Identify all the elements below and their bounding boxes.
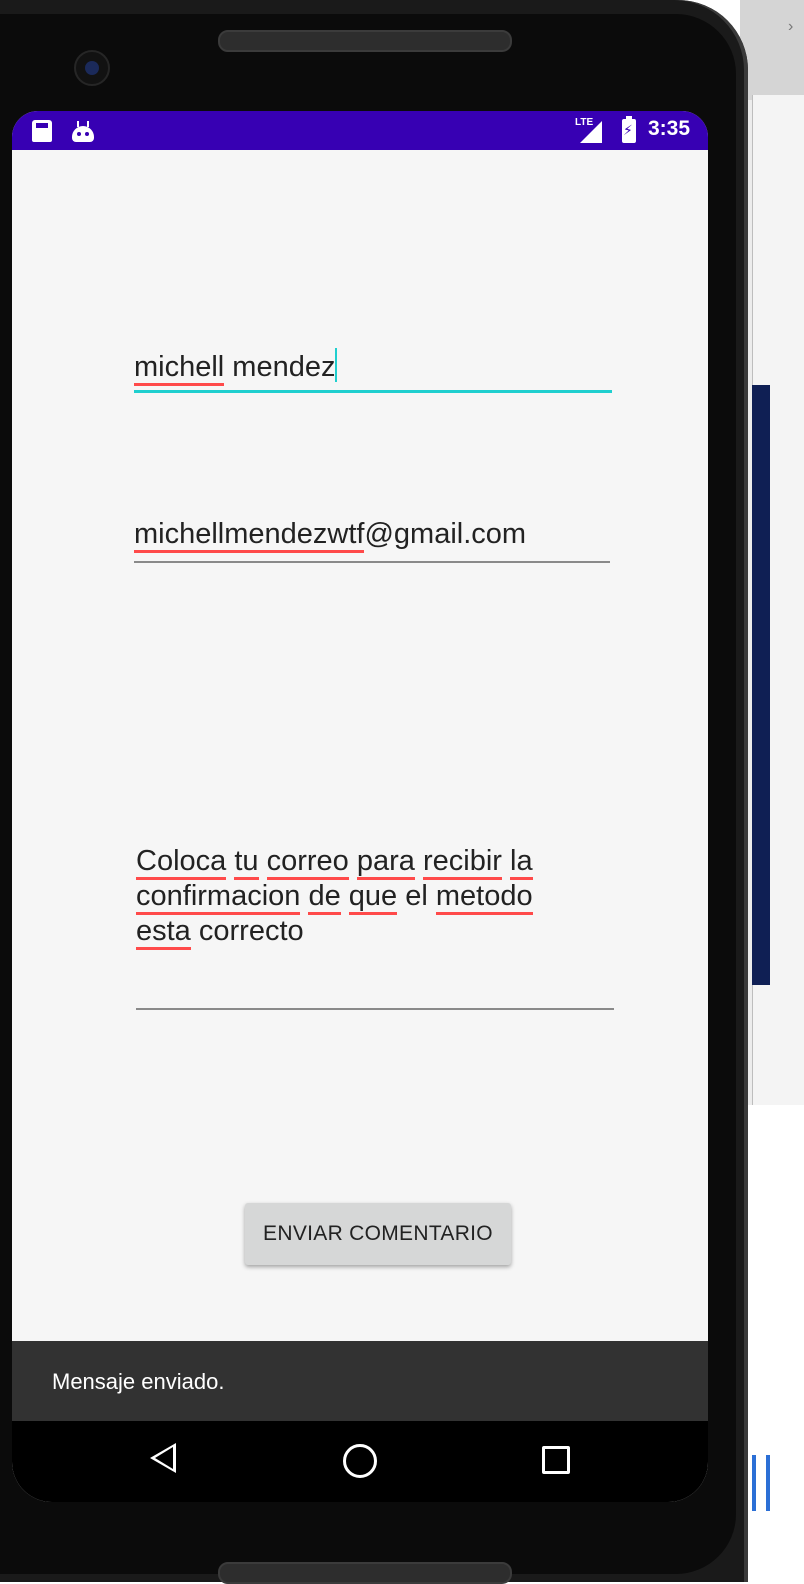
message-line-3: esta correcto (136, 914, 614, 950)
email-value-domain: @gmail.com (364, 518, 527, 550)
message-word: Coloca (136, 845, 227, 880)
message-space (259, 845, 267, 877)
front-camera-icon (74, 50, 110, 86)
message-space (341, 880, 349, 912)
message-word: correo (266, 845, 349, 880)
message-line-1: Coloca tu correo para recibir la (136, 844, 614, 880)
navigation-bar (12, 1421, 708, 1502)
message-space (349, 845, 357, 877)
message-space (415, 845, 423, 877)
email-input-underline (134, 561, 610, 563)
message-word: tu (234, 845, 259, 880)
message-word: confirmacion (136, 880, 301, 915)
name-input-underline (134, 390, 612, 393)
email-input[interactable]: michellmendezwtf@gmail.com (134, 518, 610, 563)
network-type-label: LTE (575, 117, 594, 128)
message-word: recibir (422, 845, 502, 880)
snackbar: Mensaje enviado. (12, 1341, 708, 1421)
message-input[interactable]: Coloca tu correo para recibir la confirm… (136, 844, 614, 1010)
text-cursor (335, 348, 338, 382)
message-word: la (510, 845, 533, 880)
message-line-2: confirmacion de que el metodo (136, 879, 614, 915)
email-value-user: michellmendezwtf (134, 518, 365, 553)
send-comment-button[interactable]: ENVIAR COMENTARIO (245, 1203, 511, 1265)
message-word: que (348, 880, 398, 915)
phone-frame: LTE 3:35 michell mendez michellmendezwtf… (0, 0, 748, 1584)
top-speaker (218, 30, 512, 52)
snackbar-message: Mensaje enviado. (52, 1369, 225, 1394)
back-icon[interactable] (150, 1443, 176, 1473)
message-word: para (356, 845, 415, 880)
message-word: esta (136, 915, 191, 950)
battery-charging-icon (622, 116, 636, 143)
ide-close-icon[interactable]: › (788, 18, 793, 36)
message-word: de (308, 880, 341, 915)
message-word: el (397, 880, 436, 912)
ide-image-fragment (752, 385, 770, 985)
message-word: correcto (190, 915, 304, 947)
recents-icon[interactable] (542, 1446, 570, 1474)
name-value-word-2: mendez (224, 351, 336, 383)
bottom-speaker (218, 1562, 512, 1584)
message-word: metodo (435, 880, 533, 915)
home-icon[interactable] (343, 1444, 377, 1478)
status-bar: LTE 3:35 (12, 111, 708, 150)
device-screen: LTE 3:35 michell mendez michellmendezwtf… (12, 111, 708, 1502)
name-input[interactable]: michell mendez (134, 348, 612, 393)
message-input-underline (136, 1008, 614, 1010)
message-space (502, 845, 510, 877)
name-value-word-1: michell (134, 351, 225, 386)
sd-card-icon (32, 120, 52, 142)
status-time: 3:35 (648, 117, 691, 140)
android-debug-icon (72, 120, 94, 142)
ide-toolbar (740, 0, 804, 100)
ide-pause-icon (752, 1455, 782, 1515)
